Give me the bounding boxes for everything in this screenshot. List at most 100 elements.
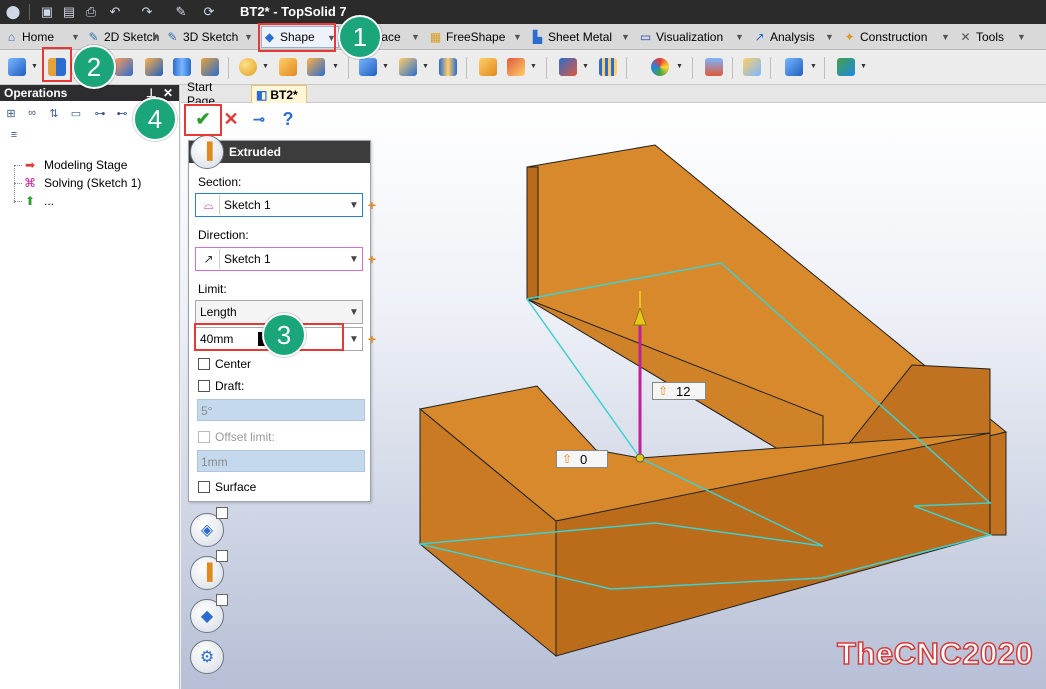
chevron-down-icon[interactable]: ▼ (676, 63, 683, 70)
sort-icon[interactable]: ⇅ (46, 106, 62, 120)
chevron-down-icon[interactable]: ▼ (810, 63, 817, 70)
dimension-label-12[interactable]: ⇧ 12 (652, 382, 706, 400)
chevron-down-icon[interactable]: ▼ (382, 63, 389, 70)
tree-icon[interactable]: ⊶ (92, 106, 108, 120)
help-icon[interactable]: ? (276, 108, 300, 130)
chevron-down-icon[interactable]: ▼ (619, 32, 632, 42)
chevron-down-icon[interactable]: ▼ (422, 63, 429, 70)
surface-checkbox[interactable]: Surface (198, 479, 256, 495)
spring-icon[interactable] (596, 55, 620, 79)
tag-icon[interactable]: ▭ (68, 106, 84, 120)
gear-icon[interactable]: ⚙ (190, 640, 224, 674)
checkbox-box[interactable] (198, 380, 210, 392)
chevron-down-icon[interactable]: ▼ (31, 63, 38, 70)
option-checkbox[interactable] (216, 594, 228, 606)
chevron-down-icon[interactable]: ▼ (860, 63, 867, 70)
checkbox-box[interactable] (198, 481, 210, 493)
topsolid-logo-icon[interactable]: ⬤ (4, 3, 22, 21)
save-icon[interactable]: ▣ (38, 3, 56, 21)
thicken-icon[interactable] (476, 55, 500, 79)
tree-collapse-icon[interactable]: ⊷ (114, 106, 130, 120)
checkbox-box[interactable] (198, 358, 210, 370)
chevron-down-icon[interactable]: ▼ (409, 32, 422, 42)
export-icon[interactable] (834, 55, 858, 79)
tab-label: BT2* (270, 87, 298, 102)
center-checkbox[interactable]: Center (198, 356, 251, 372)
chevron-down-icon[interactable]: ▼ (346, 307, 362, 318)
arrow-direction-icon: ↗ (198, 249, 220, 269)
tab-3d-sketch[interactable]: ✎ 3D Sketch ▼ (165, 26, 255, 48)
draft-checkbox[interactable]: Draft: (198, 378, 244, 394)
drill-icon[interactable] (396, 55, 420, 79)
block-shape-icon[interactable] (5, 55, 29, 79)
option-checkbox[interactable] (216, 550, 228, 562)
tab-home[interactable]: ⌂ Home ▼ (4, 26, 82, 48)
tree-item-modeling-stage[interactable]: ➡ Modeling Stage (20, 156, 127, 174)
tab-visualization[interactable]: ▭ Visualization ▼ (638, 26, 746, 48)
chevron-down-icon[interactable]: ▼ (346, 200, 362, 211)
separator (546, 57, 547, 79)
pattern-icon[interactable] (556, 55, 580, 79)
chevron-down-icon[interactable]: ▼ (346, 334, 362, 345)
tab-freeshape[interactable]: ▦ FreeShape ▼ (428, 26, 524, 48)
tree-item-solving[interactable]: ⌘ Solving (Sketch 1) (20, 174, 141, 192)
filter-icon[interactable]: ⊞ (3, 106, 19, 120)
pen-icon[interactable]: ✎ (172, 3, 190, 21)
chevron-down-icon[interactable]: ▼ (823, 32, 836, 42)
section-combo[interactable]: ⌓ Sketch 1 ▼ + (195, 193, 376, 217)
box-icon[interactable] (740, 55, 764, 79)
draft-icon[interactable] (504, 55, 528, 79)
tab-surface[interactable]: face ▼ (378, 26, 422, 48)
up-arrow-icon: ⇧ (561, 452, 573, 466)
tab-analysis[interactable]: ↗ Analysis ▼ (752, 26, 836, 48)
dimension-label-0[interactable]: ⇧ 0 (556, 450, 608, 468)
binoculars-icon[interactable]: ∞ (24, 106, 40, 120)
fillet-icon[interactable] (304, 55, 328, 79)
cancel-x-icon[interactable]: ✕ (219, 108, 243, 130)
add-icon[interactable]: + (366, 197, 378, 213)
chevron-down-icon[interactable]: ▼ (733, 32, 746, 42)
tree-item-ellipsis[interactable]: ⬆ ... (20, 192, 54, 210)
material-icon[interactable] (702, 55, 726, 79)
tab-bt2[interactable]: ◧ BT2* (251, 85, 307, 103)
direction-combo[interactable]: ↗ Sketch 1 ▼ + (195, 247, 376, 271)
lofted-shape-icon[interactable] (142, 55, 166, 79)
tab-construction[interactable]: ✦ Construction ▼ (842, 26, 952, 48)
search-shape-icon[interactable] (782, 55, 806, 79)
boolean-icon[interactable] (276, 55, 300, 79)
sphere-icon[interactable] (236, 55, 260, 79)
add-icon[interactable]: + (366, 251, 378, 267)
chevron-down-icon[interactable]: ▼ (332, 63, 339, 70)
tab-start-page[interactable]: Start Page (183, 80, 247, 108)
highlight-extruded-button (42, 47, 72, 82)
refresh-icon[interactable]: ⟳ (200, 3, 218, 21)
preview-icon[interactable]: ⊸ (247, 108, 271, 130)
chevron-down-icon[interactable]: ▼ (582, 63, 589, 70)
tab-sheet-metal[interactable]: ▙ Sheet Metal ▼ (530, 26, 632, 48)
palette-icon[interactable] (648, 55, 672, 79)
pipe-shape-icon[interactable] (170, 55, 194, 79)
chevron-down-icon[interactable]: ▼ (69, 32, 82, 42)
option-checkbox[interactable] (216, 507, 228, 519)
rib-icon[interactable] (436, 55, 460, 79)
redo-icon[interactable]: ↷ (138, 3, 156, 21)
shell-shape-icon[interactable] (198, 55, 222, 79)
pencil-3d-icon: ✎ (167, 30, 178, 44)
step-badge-2: 2 (72, 45, 116, 89)
chevron-down-icon[interactable]: ▼ (262, 63, 269, 70)
chevron-down-icon[interactable]: ▼ (1015, 32, 1028, 42)
print-icon[interactable]: ⎙ (82, 3, 100, 21)
save-all-icon[interactable]: ▤ (60, 3, 78, 21)
settings-list-icon[interactable]: ≡ (6, 128, 22, 142)
direction-origin-point[interactable] (635, 453, 645, 463)
chevron-down-icon[interactable]: ▼ (346, 254, 362, 265)
tab-tools[interactable]: ✕ Tools ▼ (958, 26, 1028, 48)
chevron-down-icon[interactable]: ▼ (511, 32, 524, 42)
chevron-down-icon[interactable]: ▼ (939, 32, 952, 42)
add-icon[interactable]: + (366, 331, 378, 347)
chevron-down-icon[interactable]: ▼ (149, 32, 162, 42)
chevron-down-icon[interactable]: ▼ (242, 32, 255, 42)
undo-icon[interactable]: ↶ (106, 3, 124, 21)
construction-icon: ✦ (844, 30, 855, 44)
chevron-down-icon[interactable]: ▼ (530, 63, 537, 70)
